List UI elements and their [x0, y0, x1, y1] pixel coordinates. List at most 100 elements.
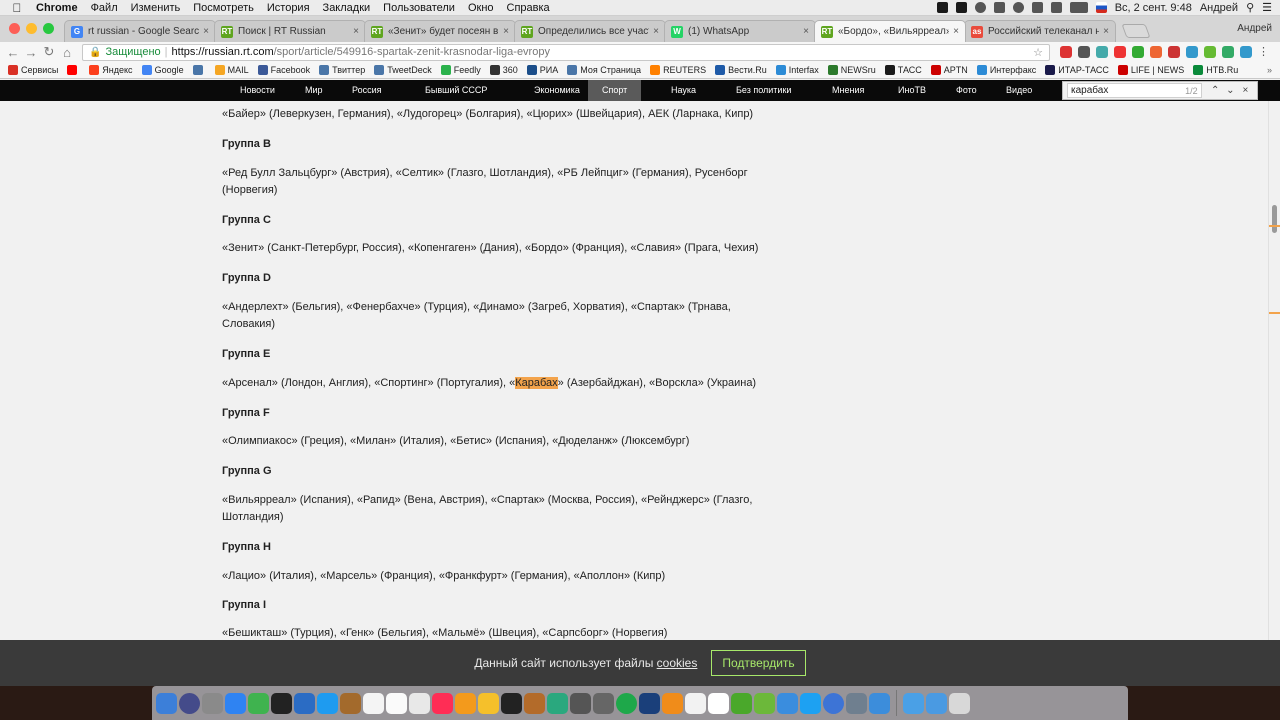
dock-app-icon[interactable]: [432, 692, 453, 714]
site-nav-item[interactable]: Видео: [1006, 80, 1032, 101]
site-nav-item[interactable]: ИноТВ: [898, 80, 926, 101]
more-bookmarks-icon[interactable]: »: [1267, 65, 1272, 75]
dock-app-icon[interactable]: [949, 692, 970, 714]
bookmark-item[interactable]: [67, 65, 80, 75]
time-machine-icon[interactable]: [974, 2, 986, 13]
find-next-icon[interactable]: ⌄: [1223, 85, 1238, 96]
dock-app-icon[interactable]: [547, 692, 568, 714]
dock-app-icon[interactable]: [903, 692, 924, 714]
bookmark-item[interactable]: Яндекс: [89, 65, 133, 75]
dock-app-icon[interactable]: [248, 692, 269, 714]
bookmark-item[interactable]: APTN: [930, 65, 968, 75]
extension-icon[interactable]: [1150, 46, 1162, 58]
dock-app-icon[interactable]: [869, 692, 890, 714]
dock-app-icon[interactable]: [846, 692, 867, 714]
bookmark-item[interactable]: НТВ.Ru: [1193, 65, 1238, 75]
wifi-icon[interactable]: [1012, 2, 1024, 13]
extension-icon[interactable]: [1060, 46, 1072, 58]
bookmark-item[interactable]: MAIL: [214, 65, 249, 75]
dock-app-icon[interactable]: [340, 692, 361, 714]
tab-close-icon[interactable]: ×: [353, 26, 359, 37]
dock-app-icon[interactable]: [524, 692, 545, 714]
dock-app-icon[interactable]: [179, 692, 200, 714]
bookmark-item[interactable]: ТАСС: [884, 65, 922, 75]
dock-app-icon[interactable]: [225, 692, 246, 714]
dock-app-icon[interactable]: [156, 692, 177, 714]
dock-app-icon[interactable]: [926, 692, 947, 714]
tab-close-icon[interactable]: ×: [953, 26, 959, 37]
site-nav-item[interactable]: Экономика: [534, 80, 580, 101]
dock-app-icon[interactable]: [501, 692, 522, 714]
tab-close-icon[interactable]: ×: [503, 26, 509, 37]
browser-tab[interactable]: as Российский телеканал наза…×: [964, 20, 1116, 42]
dock-app-icon[interactable]: [386, 692, 407, 714]
browser-tab[interactable]: RT «Бордо», «Вильярреал» и «…×: [814, 20, 966, 42]
bluetooth-icon[interactable]: [993, 2, 1005, 13]
site-nav-item[interactable]: Новости: [240, 80, 275, 101]
dock-app-icon[interactable]: [685, 692, 706, 714]
dropbox-icon[interactable]: [936, 2, 948, 13]
dock-app-icon[interactable]: [616, 692, 637, 714]
extension-icon[interactable]: [1168, 46, 1180, 58]
dock-app-icon[interactable]: [478, 692, 499, 714]
browser-tab[interactable]: RT Поиск | RT Russian ×: [214, 20, 366, 42]
dock-app-icon[interactable]: [754, 692, 775, 714]
spotlight-icon[interactable]: ⚲: [1246, 1, 1254, 14]
scrollbar-thumb[interactable]: [1272, 205, 1277, 233]
browser-tab[interactable]: Grt russian - Google Search ×: [64, 20, 216, 42]
dock-app-icon[interactable]: [823, 692, 844, 714]
bookmark-item[interactable]: NEWSru: [827, 65, 876, 75]
bookmark-item[interactable]: Вести.Ru: [715, 65, 767, 75]
bookmark-item[interactable]: Facebook: [257, 65, 310, 75]
dock-app-icon[interactable]: [708, 692, 729, 714]
bookmark-item[interactable]: ИТАР-ТАСС: [1045, 65, 1109, 75]
site-nav-item[interactable]: Бывший СССР: [425, 80, 487, 101]
site-nav-item[interactable]: Фото: [956, 80, 977, 101]
menu-people[interactable]: Пользователи: [383, 2, 455, 14]
extension-icon[interactable]: [1114, 46, 1126, 58]
new-tab-button[interactable]: [1121, 24, 1151, 38]
dock-app-icon[interactable]: [800, 692, 821, 714]
dock-app-icon[interactable]: [271, 692, 292, 714]
page-scrollbar[interactable]: [1268, 101, 1280, 640]
menu-window[interactable]: Окно: [468, 2, 494, 14]
bookmark-item[interactable]: Interfax: [775, 65, 819, 75]
browser-tab[interactable]: RT «Зенит» будет посеян в пер… ×: [364, 20, 516, 42]
dock-app-icon[interactable]: [363, 692, 384, 714]
minimize-window-button[interactable]: [26, 23, 37, 34]
extension-icon[interactable]: [1096, 46, 1108, 58]
cookie-link[interactable]: cookies: [657, 656, 698, 670]
bookmark-item[interactable]: LIFE | NEWS: [1117, 65, 1184, 75]
site-nav-item[interactable]: Россия: [352, 80, 382, 101]
address-bar[interactable]: 🔒 Защищено | https://russian.rt.com /spo…: [82, 43, 1050, 61]
battery-icon[interactable]: [1069, 2, 1088, 13]
profile-name[interactable]: Андрей: [1237, 23, 1272, 34]
bookmark-item[interactable]: [192, 65, 206, 75]
site-nav-item[interactable]: Мнения: [832, 80, 864, 101]
bookmark-item[interactable]: Моя Страница: [567, 65, 641, 75]
site-nav-item[interactable]: Спорт: [588, 80, 642, 101]
browser-tab[interactable]: RT Определились все участник… ×: [514, 20, 666, 42]
site-nav-item[interactable]: Мир: [305, 80, 323, 101]
app-menu[interactable]: Chrome: [36, 2, 78, 14]
extension-icon[interactable]: [1132, 46, 1144, 58]
chrome-menu-icon[interactable]: ⋮: [1258, 46, 1270, 58]
bookmark-item[interactable]: REUTERS: [650, 65, 706, 75]
bookmark-star-icon[interactable]: ☆: [1033, 46, 1043, 59]
confirm-cookies-button[interactable]: Подтвердить: [711, 650, 806, 676]
bookmark-item[interactable]: Сервисы: [8, 65, 58, 75]
find-close-icon[interactable]: ×: [1238, 85, 1253, 96]
browser-tab[interactable]: W (1) WhatsApp ×: [664, 20, 816, 42]
menubar-user[interactable]: Андрей: [1200, 2, 1238, 14]
home-icon[interactable]: ⌂: [58, 45, 76, 60]
forward-arrow-icon[interactable]: →: [22, 45, 40, 60]
dock-app-icon[interactable]: [777, 692, 798, 714]
reload-icon[interactable]: ↻: [40, 44, 58, 60]
find-previous-icon[interactable]: ⌃: [1208, 85, 1223, 96]
extension-icon[interactable]: [1240, 46, 1252, 58]
dock-app-icon[interactable]: [202, 692, 223, 714]
dock-app-icon[interactable]: [593, 692, 614, 714]
input-language-flag-icon[interactable]: [1095, 2, 1107, 13]
bookmark-item[interactable]: 360: [489, 65, 518, 75]
skype-icon[interactable]: [955, 2, 967, 13]
